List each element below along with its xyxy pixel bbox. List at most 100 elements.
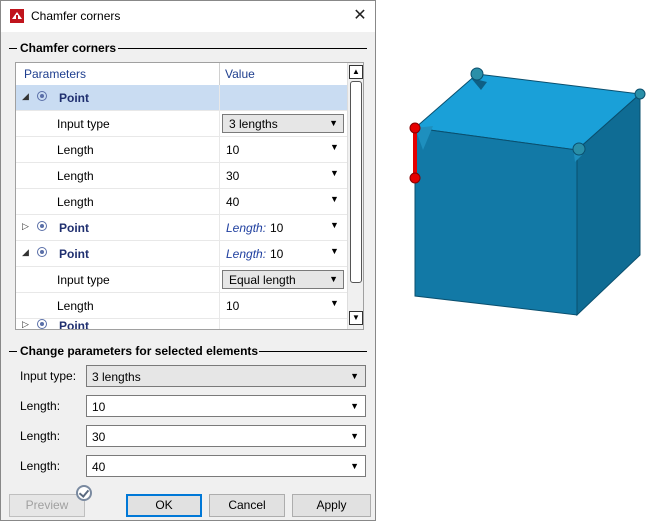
corner-handle-icon[interactable] [470, 67, 484, 81]
corner-handle-icon[interactable] [572, 142, 586, 156]
scroll-up-icon[interactable]: ▲ [349, 65, 363, 79]
close-button[interactable]: ✕ [349, 4, 371, 28]
section-rule [9, 48, 17, 49]
chevron-down-icon[interactable]: ▼ [330, 246, 339, 256]
row-label: Point [59, 91, 89, 105]
value-prefix: Length: [226, 221, 267, 235]
chevron-down-icon[interactable]: ▼ [330, 168, 339, 178]
row-label: Length [57, 143, 94, 157]
cell-separator [219, 293, 220, 318]
vertical-scrollbar[interactable]: ▲ ▼ [347, 63, 363, 329]
tree-row-point-2[interactable]: ▷ Point Length: 10 ▼ [16, 215, 347, 241]
tree-row-point-1[interactable]: ◢ Point [16, 85, 347, 111]
point-icon [37, 247, 47, 257]
scroll-thumb[interactable] [350, 81, 362, 283]
column-separator [219, 63, 220, 85]
section-rule [259, 351, 367, 352]
tree-row-length[interactable]: Length 10 ▼ [16, 293, 347, 319]
preview-button[interactable]: Preview [9, 494, 85, 517]
cube-preview[interactable] [395, 60, 648, 330]
scroll-down-icon[interactable]: ▼ [349, 311, 363, 325]
collapse-arrow-icon[interactable]: ◢ [22, 91, 29, 102]
collapse-arrow-icon[interactable]: ◢ [22, 247, 29, 258]
select-value: 3 lengths [92, 370, 141, 384]
combo-value: 40 [92, 460, 106, 474]
chevron-down-icon[interactable]: ▼ [350, 461, 359, 471]
row-label: Point [59, 319, 89, 330]
length-3-combo[interactable]: 40 ▼ [86, 455, 366, 477]
length-2-combo[interactable]: 30 ▼ [86, 425, 366, 447]
tree-row-length[interactable]: Length 40 ▼ [16, 189, 347, 215]
value-prefix: Length: [226, 247, 267, 261]
row-label: Length [57, 169, 94, 183]
row-label: Input type [57, 117, 110, 131]
point-icon [37, 91, 47, 101]
parameters-grid: Parameters Value ◢ Point Input type 3 le… [15, 62, 364, 330]
chevron-down-icon[interactable]: ▼ [350, 401, 359, 411]
input-type-select[interactable]: 3 lengths ▼ [86, 365, 366, 387]
section-rule [118, 48, 367, 49]
cell-separator [219, 267, 220, 292]
row-label: Point [59, 247, 89, 261]
cube-front-face [414, 127, 578, 316]
length-value[interactable]: 40 [226, 195, 239, 209]
combo-value: 3 lengths [229, 117, 278, 131]
window-title: Chamfer corners [31, 9, 121, 23]
edge-handle-icon[interactable] [409, 172, 421, 184]
input-type-combo[interactable]: Equal length ▼ [222, 270, 344, 289]
combo-value: 30 [92, 430, 106, 444]
length-label: Length: [20, 399, 61, 413]
cell-separator [219, 241, 220, 266]
row-label: Input type [57, 273, 110, 287]
length-label: Length: [20, 429, 61, 443]
expand-arrow-icon[interactable]: ▷ [22, 319, 29, 329]
length-1-combo[interactable]: 10 ▼ [86, 395, 366, 417]
input-type-combo[interactable]: 3 lengths ▼ [222, 114, 344, 133]
length-value[interactable]: 10 [270, 221, 283, 235]
chevron-down-icon[interactable]: ▼ [350, 431, 359, 441]
length-value[interactable]: 30 [226, 169, 239, 183]
point-icon [37, 319, 47, 329]
row-label: Length [57, 195, 94, 209]
column-header-parameters[interactable]: Parameters [24, 67, 86, 81]
corner-handle-icon[interactable] [634, 88, 646, 100]
tree-row-length[interactable]: Length 30 ▼ [16, 163, 347, 189]
expand-arrow-icon[interactable]: ▷ [22, 221, 29, 232]
column-header-value[interactable]: Value [225, 67, 255, 81]
combo-value: 10 [92, 400, 106, 414]
cell-separator [219, 163, 220, 188]
cell-separator [219, 111, 220, 136]
tree-row-point-3[interactable]: ◢ Point Length: 10 ▼ [16, 241, 347, 267]
chevron-down-icon[interactable]: ▼ [330, 298, 339, 308]
tree-row-length[interactable]: Length 10 ▼ [16, 137, 347, 163]
length-value[interactable]: 10 [270, 247, 283, 261]
cancel-button[interactable]: Cancel [209, 494, 285, 517]
chevron-down-icon: ▼ [329, 274, 338, 284]
chevron-down-icon[interactable]: ▼ [330, 142, 339, 152]
point-icon [37, 221, 47, 231]
ok-button[interactable]: OK [126, 494, 202, 517]
chevron-down-icon: ▼ [350, 371, 359, 381]
length-value[interactable]: 10 [226, 143, 239, 157]
tree-row-input-type[interactable]: Input type Equal length ▼ [16, 267, 347, 293]
grid-header: Parameters Value [16, 63, 347, 86]
input-type-label: Input type: [20, 369, 77, 383]
check-icon[interactable] [76, 485, 92, 501]
combo-value: Equal length [229, 273, 296, 287]
chevron-down-icon[interactable]: ▼ [330, 194, 339, 204]
section-legend-change-parameters: Change parameters for selected elements [20, 344, 259, 358]
tree-row-input-type[interactable]: Input type 3 lengths ▼ [16, 111, 347, 137]
section-legend-chamfer-corners: Chamfer corners [20, 41, 117, 55]
length-label: Length: [20, 459, 61, 473]
cell-separator [219, 215, 220, 240]
edge-handle-icon[interactable] [409, 122, 421, 134]
chevron-down-icon[interactable]: ▼ [330, 220, 339, 230]
cell-separator [219, 319, 220, 329]
apply-button[interactable]: Apply [292, 494, 371, 517]
chevron-down-icon: ▼ [329, 118, 338, 128]
cell-separator [219, 189, 220, 214]
row-label: Length [57, 299, 94, 313]
length-value[interactable]: 10 [226, 299, 239, 313]
tree-row-point-4[interactable]: ▷ Point [16, 319, 347, 330]
chamfer-corners-dialog: Chamfer corners ✕ Chamfer corners Parame… [0, 0, 376, 521]
